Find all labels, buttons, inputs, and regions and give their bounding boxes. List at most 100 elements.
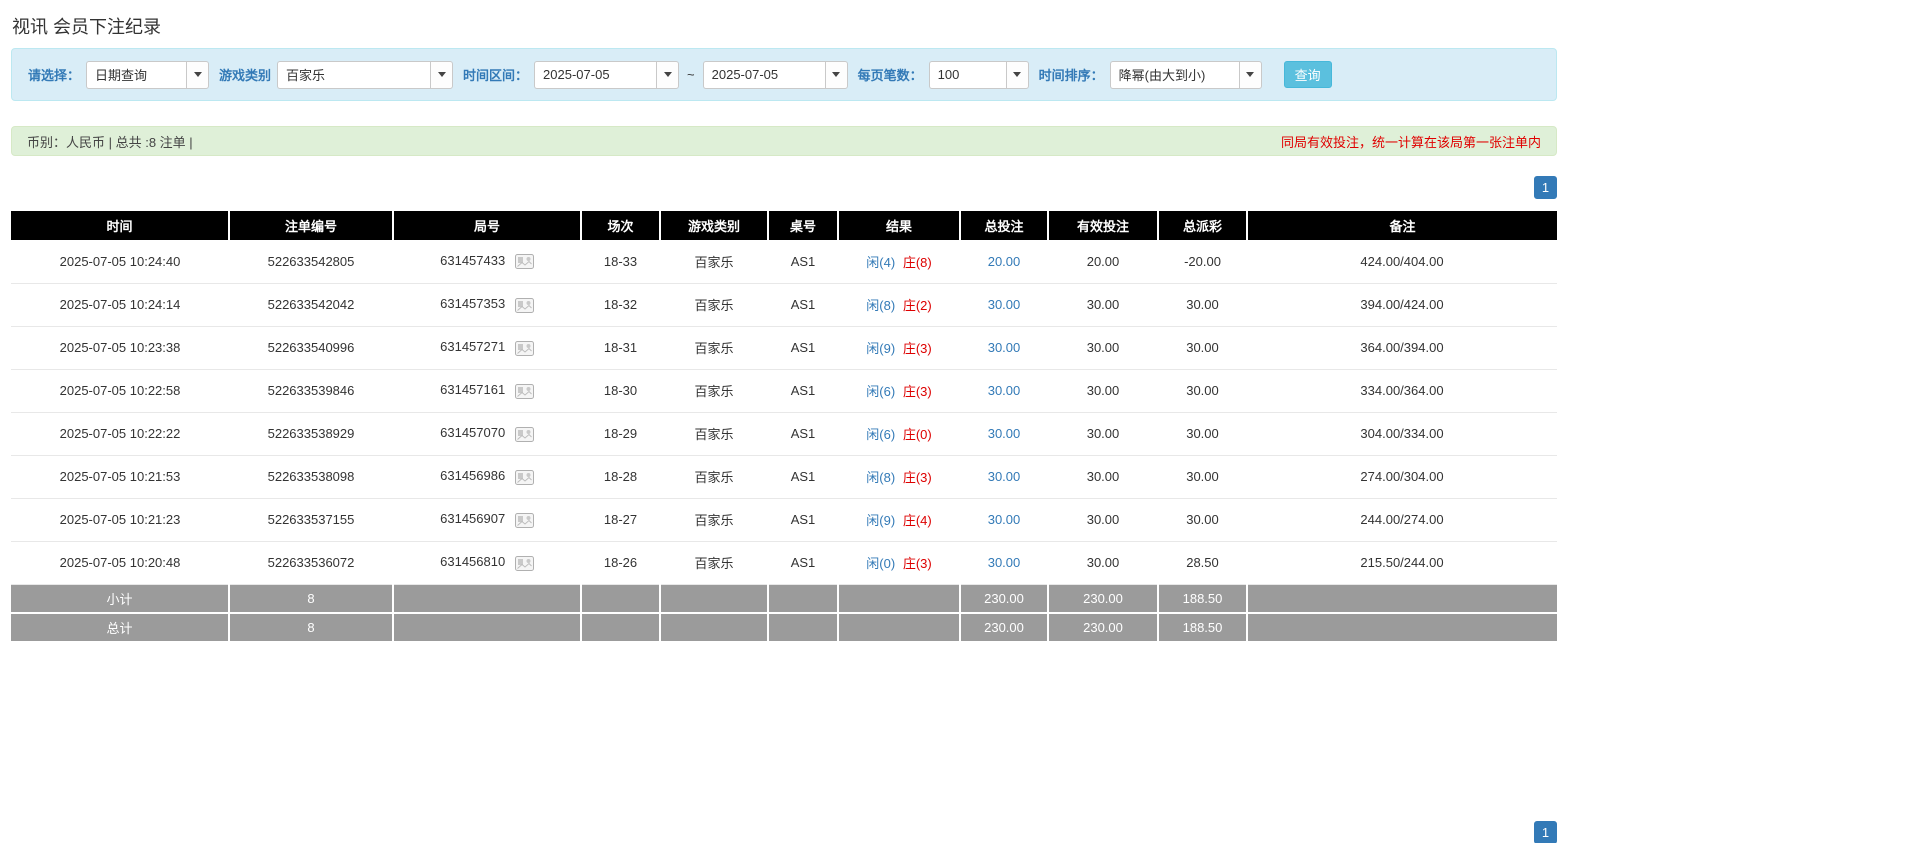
cell-valid-bet: 30.00 [1048, 541, 1158, 585]
cell-valid-bet: 30.00 [1048, 455, 1158, 499]
page-size-dropdown-button[interactable] [1005, 60, 1029, 89]
total-bet-link[interactable]: 30.00 [988, 383, 1021, 398]
cell-round-id: 631456907 [393, 498, 581, 542]
game-result-icon[interactable] [514, 254, 534, 270]
cell-game-type: 百家乐 [660, 240, 768, 284]
game-result-icon[interactable] [514, 469, 534, 485]
column-header: 注单编号 [229, 211, 394, 240]
date-range-separator: ~ [687, 67, 695, 82]
cell-remark: 215.50/244.00 [1247, 541, 1557, 585]
cell-game-type: 百家乐 [660, 369, 768, 413]
cell-result: 闲(9) 庄(3) [838, 326, 960, 370]
summary-cell: 小计 [11, 583, 230, 614]
bet-records-table: 时间 注单编号 局号 场次 游戏类别 桌号 结果 总投注 有效投注 总派彩 备注 2025-07-0… [11, 211, 1557, 643]
time-sort-dropdown-button[interactable] [1238, 60, 1262, 89]
date-from-input[interactable] [534, 60, 657, 89]
date-from-dropdown-button[interactable] [656, 60, 680, 89]
summary-cell: 总计 [11, 612, 230, 643]
column-header: 游戏类别 [660, 211, 769, 240]
total-bet-link[interactable]: 30.00 [988, 469, 1021, 484]
date-to-input[interactable] [702, 60, 825, 89]
column-header: 备注 [1247, 211, 1557, 240]
cell-payout: 28.50 [1158, 541, 1247, 585]
total-bet-link[interactable]: 30.00 [988, 512, 1021, 527]
chevron-down-icon [663, 72, 672, 77]
page-size-input[interactable] [928, 60, 1006, 89]
table-row: 2025-07-05 10:22:58 522633539846 6314571… [11, 369, 1557, 413]
game-result-icon[interactable] [514, 555, 534, 571]
chevron-down-icon [1246, 72, 1255, 77]
game-result-icon[interactable] [514, 297, 534, 313]
cell-round-id: 631457271 [393, 326, 581, 370]
game-result-icon[interactable] [514, 512, 534, 528]
total-bet-link[interactable]: 30.00 [988, 297, 1021, 312]
summary-row: 总计 8 230.00 230.00 188.50 [11, 612, 1557, 643]
cell-payout: 30.00 [1158, 498, 1247, 542]
result-banker: 庄(4) [902, 513, 932, 528]
table-header-row: 时间 注单编号 局号 场次 游戏类别 桌号 结果 总投注 有效投注 总派彩 备注 [11, 211, 1557, 240]
column-header: 总投注 [960, 211, 1049, 240]
total-bet-link[interactable]: 20.00 [988, 254, 1021, 269]
cell-table-no: AS1 [768, 541, 838, 585]
result-player: 闲(8) [866, 470, 896, 485]
result-player: 闲(0) [866, 556, 896, 571]
summary-cell: 8 [229, 583, 394, 614]
round-id-text: 631457271 [440, 339, 506, 355]
summary-cell: 230.00 [960, 612, 1049, 643]
cell-remark: 394.00/424.00 [1247, 283, 1557, 327]
query-type-input[interactable] [86, 60, 187, 89]
game-result-icon[interactable] [514, 426, 534, 442]
game-type-input[interactable] [277, 60, 431, 89]
cell-time: 2025-07-05 10:23:38 [11, 326, 229, 370]
column-header: 局号 [393, 211, 582, 240]
pagination-top: 1 [11, 176, 1557, 199]
cell-result: 闲(8) 庄(2) [838, 283, 960, 327]
cell-total-bet: 30.00 [960, 498, 1048, 542]
cell-remark: 244.00/274.00 [1247, 498, 1557, 542]
table-row: 2025-07-05 10:20:48 522633536072 6314568… [11, 541, 1557, 585]
date-to-select [702, 60, 848, 89]
column-header: 场次 [581, 211, 661, 240]
page-size-select [928, 60, 1029, 89]
total-bet-link[interactable]: 30.00 [988, 555, 1021, 570]
date-to-dropdown-button[interactable] [824, 60, 848, 89]
cell-time: 2025-07-05 10:21:23 [11, 498, 229, 542]
cell-session: 18-32 [581, 283, 660, 327]
game-type-select [277, 60, 454, 89]
summary-cell [660, 583, 769, 614]
summary-cell [393, 612, 582, 643]
page-button-1[interactable]: 1 [1534, 821, 1557, 843]
time-sort-input[interactable] [1109, 60, 1239, 89]
cell-round-id: 631456986 [393, 455, 581, 499]
total-bet-link[interactable]: 30.00 [988, 426, 1021, 441]
search-button[interactable]: 查询 [1283, 61, 1332, 88]
result-banker: 庄(2) [902, 298, 932, 313]
summary-cell: 188.50 [1158, 583, 1248, 614]
result-banker: 庄(3) [902, 341, 932, 356]
result-banker: 庄(3) [902, 556, 932, 571]
total-bet-link[interactable]: 30.00 [988, 340, 1021, 355]
summary-cell [1247, 583, 1557, 614]
round-id-text: 631457161 [440, 382, 506, 398]
time-sort-select [1109, 60, 1262, 89]
chevron-down-icon [437, 72, 446, 77]
page: 视讯 会员下注纪录 请选择： 游戏类别 时间区间： ~ 每页笔数： [0, 0, 1918, 843]
cell-round-id: 631457353 [393, 283, 581, 327]
game-type-dropdown-button[interactable] [430, 60, 454, 89]
page-button-1[interactable]: 1 [1534, 176, 1557, 199]
content-area: 视讯 会员下注纪录 请选择： 游戏类别 时间区间： ~ 每页笔数： [11, 0, 1557, 843]
cell-bet-id: 522633540996 [229, 326, 393, 370]
game-result-icon[interactable] [514, 383, 534, 399]
cell-result: 闲(4) 庄(8) [838, 240, 960, 284]
date-from-select [534, 60, 680, 89]
cell-game-type: 百家乐 [660, 541, 768, 585]
table-row: 2025-07-05 10:21:53 522633538098 6314569… [11, 455, 1557, 499]
game-result-icon[interactable] [514, 340, 534, 356]
cell-valid-bet: 30.00 [1048, 283, 1158, 327]
query-type-dropdown-button[interactable] [186, 60, 210, 89]
cell-result: 闲(6) 庄(0) [838, 412, 960, 456]
cell-game-type: 百家乐 [660, 498, 768, 542]
round-id-text: 631457070 [440, 425, 506, 441]
cell-round-id: 631457433 [393, 240, 581, 284]
cell-remark: 424.00/404.00 [1247, 240, 1557, 284]
